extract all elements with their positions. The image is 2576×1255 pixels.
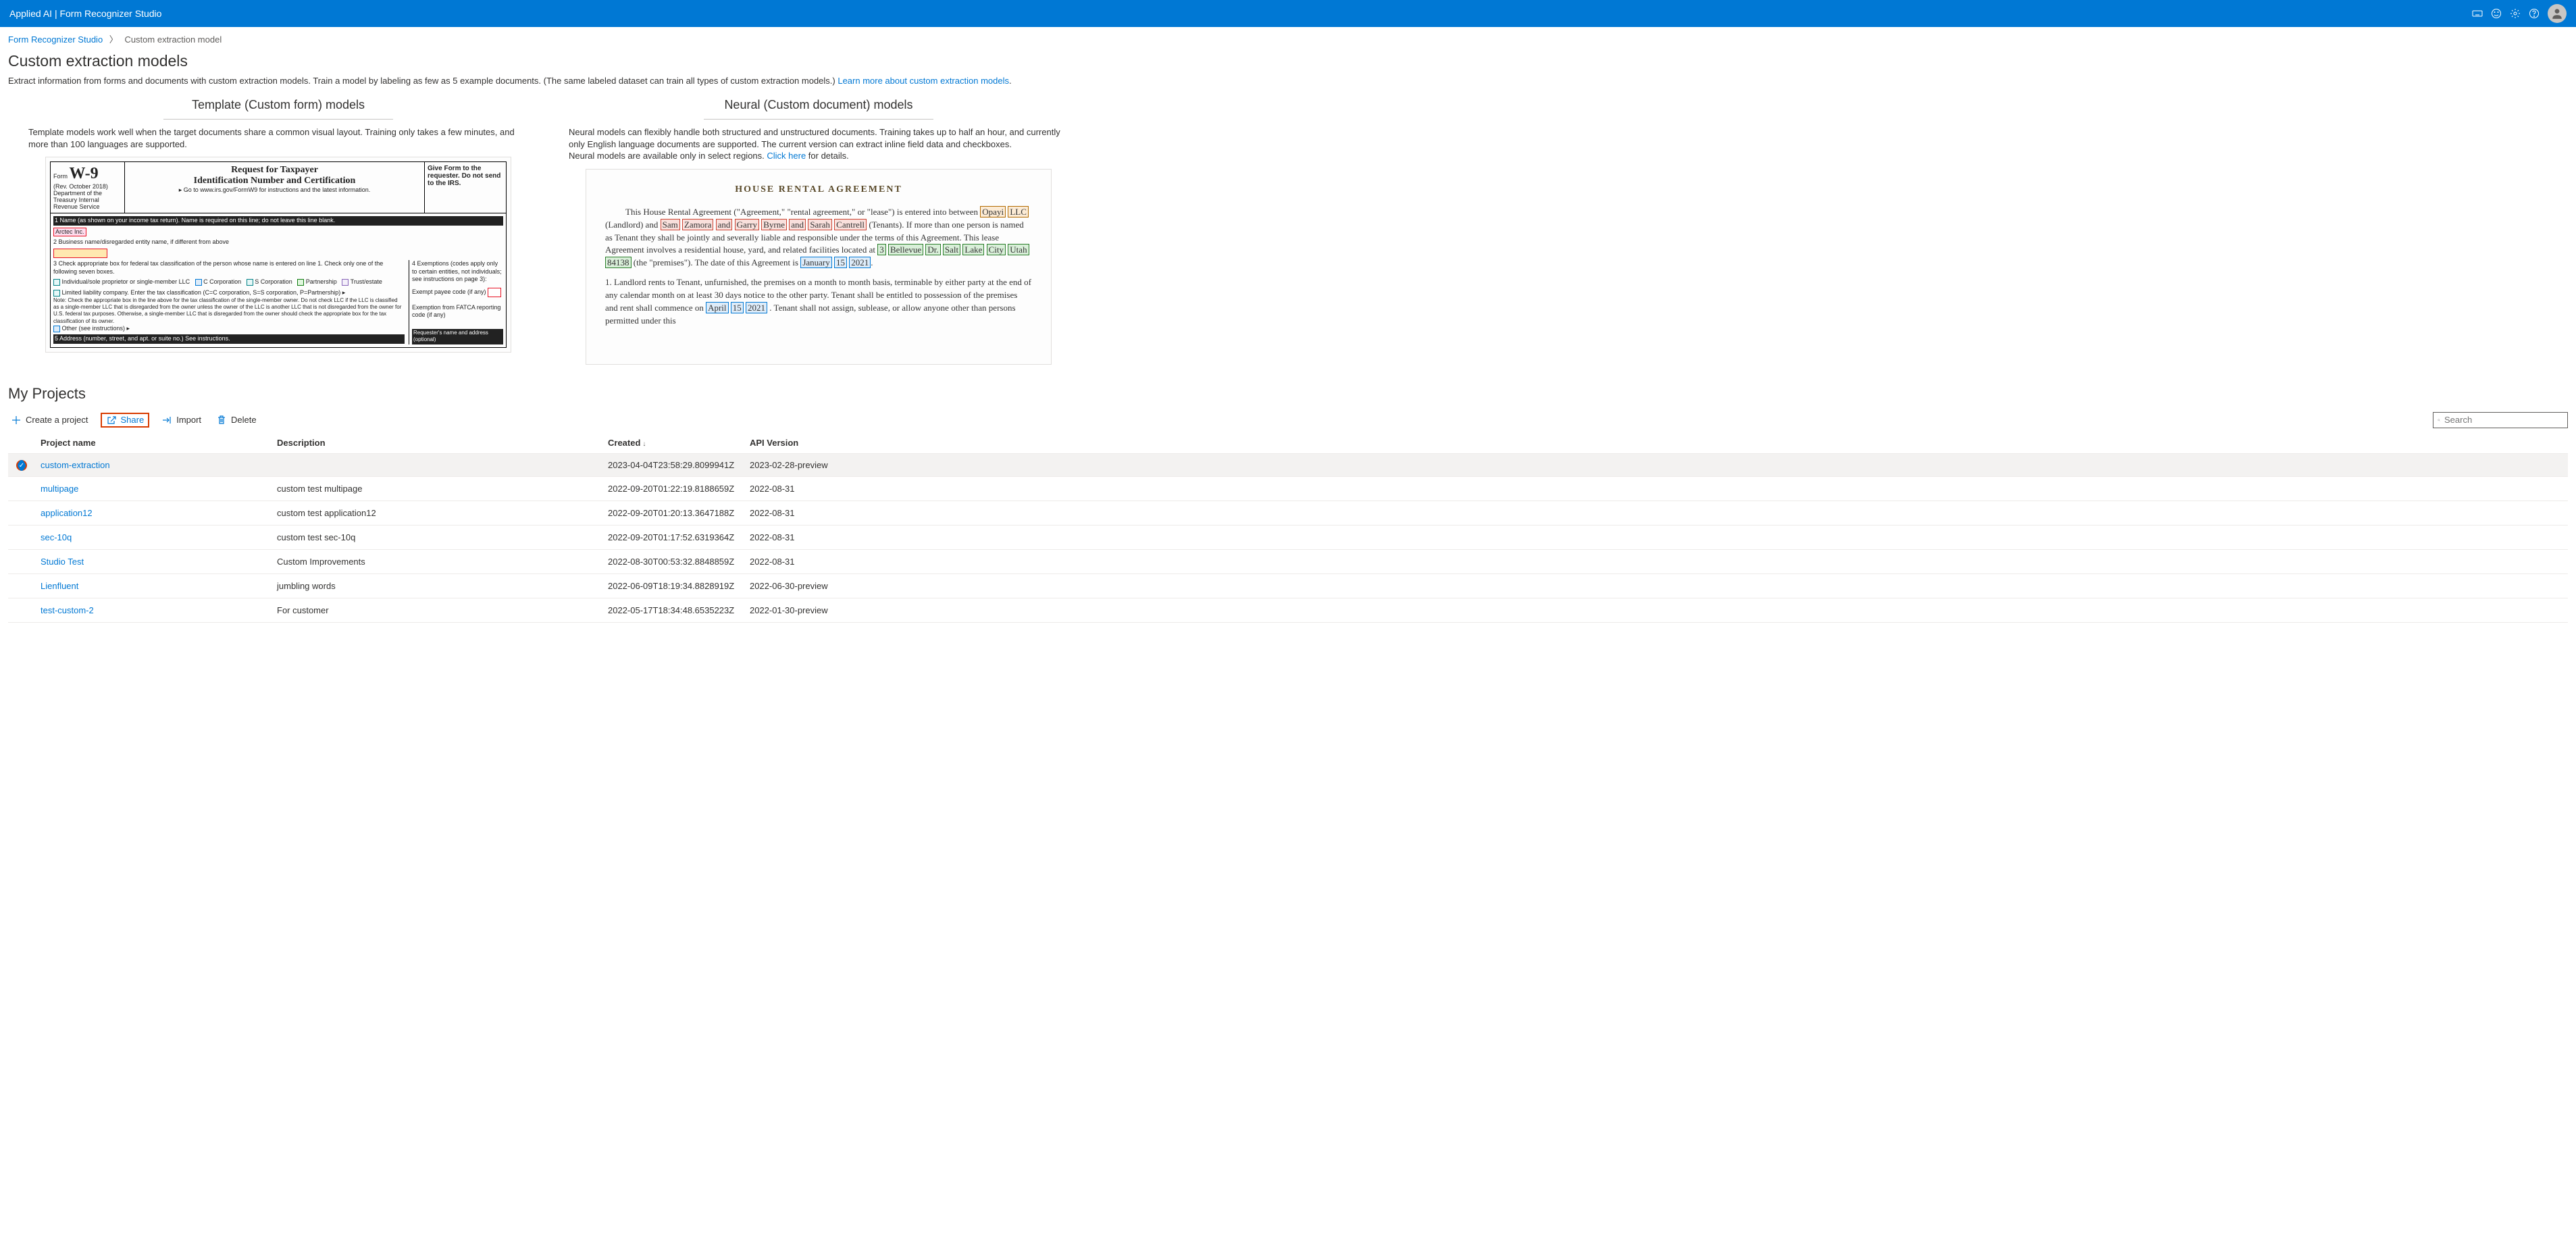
app-title: Applied AI | Form Recognizer Studio [9, 8, 161, 19]
project-api: 2022-08-31 [744, 501, 2568, 526]
row-select[interactable] [8, 550, 35, 574]
col-api-version[interactable]: API Version [744, 432, 2568, 454]
project-link[interactable]: Lienfluent [41, 581, 78, 591]
top-bar: Applied AI | Form Recognizer Studio [0, 0, 2576, 27]
table-row[interactable]: ✓ custom-extraction 2023-04-04T23:58:29.80… [8, 453, 2568, 477]
neural-models-column: Neural (Custom document) models Neural m… [569, 98, 1068, 365]
project-created: 2023-04-04T23:58:29.8099941Z [602, 453, 744, 477]
create-project-button[interactable]: Create a project [8, 413, 91, 427]
breadcrumb-current: Custom extraction model [124, 34, 222, 45]
project-desc: custom test application12 [272, 501, 602, 526]
project-desc: jumbling words [272, 574, 602, 598]
delete-label: Delete [231, 415, 257, 425]
keyboard-icon[interactable] [2468, 4, 2487, 23]
page-description: Extract information from forms and docum… [8, 76, 2568, 86]
template-models-column: Template (Custom form) models Template m… [28, 98, 528, 365]
project-desc: For customer [272, 598, 602, 623]
share-label: Share [121, 415, 145, 425]
share-icon [106, 415, 117, 426]
project-created: 2022-06-09T18:19:34.8828919Z [602, 574, 744, 598]
gear-icon[interactable] [2506, 4, 2525, 23]
col-created[interactable]: Created↓ [602, 432, 744, 454]
table-row[interactable]: application12custom test application1220… [8, 501, 2568, 526]
page-title: Custom extraction models [8, 52, 2568, 70]
project-desc: custom test sec-10q [272, 526, 602, 550]
template-preview: Form W-9 (Rev. October 2018) Department … [45, 157, 511, 353]
learn-more-link[interactable]: Learn more about custom extraction model… [838, 76, 1009, 86]
project-api: 2022-08-31 [744, 550, 2568, 574]
checkmark-icon: ✓ [16, 460, 27, 471]
search-box[interactable] [2433, 412, 2568, 428]
avatar[interactable] [2548, 4, 2567, 23]
projects-table: Project name Description Created↓ API Ve… [8, 432, 2568, 623]
neural-desc: Neural models can flexibly handle both s… [569, 126, 1068, 162]
page-desc-text: Extract information from forms and docum… [8, 76, 838, 86]
project-link[interactable]: multipage [41, 484, 78, 494]
neural-title: Neural (Custom document) models [569, 98, 1068, 115]
project-created: 2022-09-20T01:22:19.8188659Z [602, 477, 744, 501]
table-row[interactable]: Studio Test Custom Improvements2022-08-30… [8, 550, 2568, 574]
plus-icon [11, 415, 22, 426]
project-link[interactable]: Studio Test [41, 557, 84, 567]
project-api: 2022-06-30-preview [744, 574, 2568, 598]
search-icon [2438, 415, 2440, 426]
search-input[interactable] [2444, 415, 2563, 425]
neural-preview: HOUSE RENTAL AGREEMENT This House Rental… [586, 169, 1052, 365]
trash-icon [216, 415, 227, 426]
row-select[interactable] [8, 501, 35, 526]
help-icon[interactable] [2525, 4, 2544, 23]
template-desc: Template models work well when the targe… [28, 126, 528, 150]
row-select[interactable]: ✓ [8, 453, 35, 477]
project-link[interactable]: application12 [41, 508, 93, 518]
col-project-name[interactable]: Project name [35, 432, 272, 454]
create-label: Create a project [26, 415, 88, 425]
project-desc: Custom Improvements [272, 550, 602, 574]
project-api: 2023-02-28-preview [744, 453, 2568, 477]
template-title: Template (Custom form) models [28, 98, 528, 115]
share-button[interactable]: Share [101, 413, 150, 428]
project-api: 2022-08-31 [744, 477, 2568, 501]
breadcrumb-root[interactable]: Form Recognizer Studio [8, 34, 103, 45]
click-here-link[interactable]: Click here [767, 151, 806, 161]
command-bar: Create a project Share Import Delete [8, 409, 2568, 432]
project-link[interactable]: custom-extraction [41, 460, 110, 470]
table-row[interactable]: multipage custom test multipage2022-09-20… [8, 477, 2568, 501]
row-select[interactable] [8, 598, 35, 623]
table-row[interactable]: test-custom-2 For customer2022-05-17T18:3… [8, 598, 2568, 623]
breadcrumb: Form Recognizer Studio 〉 Custom extracti… [0, 27, 2576, 49]
project-created: 2022-08-30T00:53:32.8848859Z [602, 550, 744, 574]
import-label: Import [176, 415, 201, 425]
row-select[interactable] [8, 477, 35, 501]
smiley-icon[interactable] [2487, 4, 2506, 23]
project-desc: custom test multipage [272, 477, 602, 501]
sort-down-icon: ↓ [642, 440, 646, 448]
col-description[interactable]: Description [272, 432, 602, 454]
row-select[interactable] [8, 526, 35, 550]
project-api: 2022-08-31 [744, 526, 2568, 550]
project-api: 2022-01-30-preview [744, 598, 2568, 623]
model-type-columns: Template (Custom form) models Template m… [8, 98, 2568, 365]
import-button[interactable]: Import [159, 413, 204, 427]
delete-button[interactable]: Delete [213, 413, 259, 427]
project-created: 2022-09-20T01:17:52.6319364Z [602, 526, 744, 550]
project-link[interactable]: sec-10q [41, 532, 72, 542]
project-created: 2022-09-20T01:20:13.3647188Z [602, 501, 744, 526]
project-link[interactable]: test-custom-2 [41, 605, 94, 615]
col-select[interactable] [8, 432, 35, 454]
project-created: 2022-05-17T18:34:48.6535223Z [602, 598, 744, 623]
chevron-right-icon: 〉 [109, 34, 118, 45]
project-desc [272, 453, 602, 477]
import-icon [161, 415, 172, 426]
row-select[interactable] [8, 574, 35, 598]
table-row[interactable]: sec-10q custom test sec-10q2022-09-20T01:… [8, 526, 2568, 550]
table-row[interactable]: Lienfluent jumbling words2022-06-09T18:19… [8, 574, 2568, 598]
my-projects-title: My Projects [8, 385, 2568, 403]
